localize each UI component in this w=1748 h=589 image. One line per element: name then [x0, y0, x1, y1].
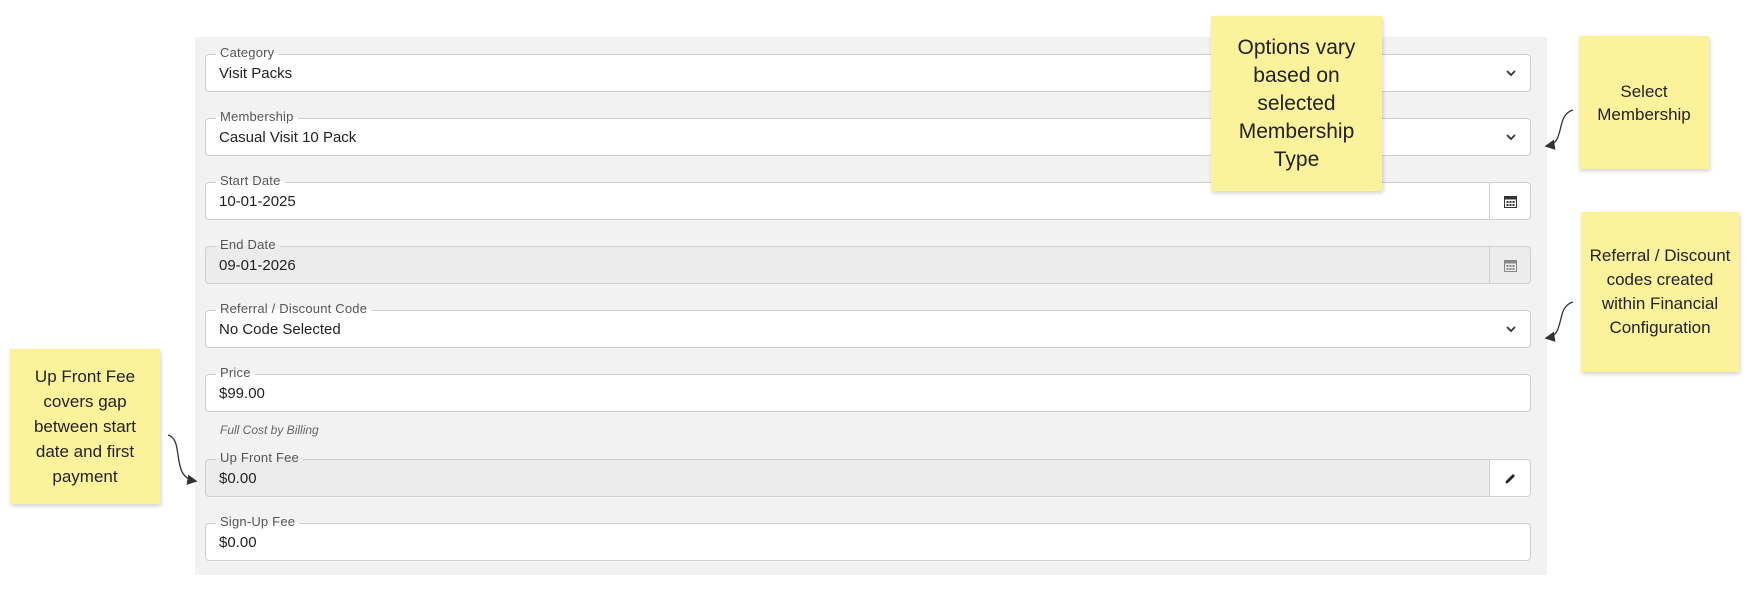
sticky-note-referral-codes-text: Referral / Discount codes created within…: [1589, 246, 1731, 337]
sticky-note-options-vary: Options vary based on selected Membershi…: [1211, 16, 1382, 191]
chevron-down-icon: [1506, 134, 1516, 141]
price-hint: Full Cost by Billing: [220, 423, 319, 437]
referral-code-value: No Code Selected: [219, 321, 341, 338]
edit-up-front-fee-button[interactable]: [1489, 460, 1530, 496]
sticky-note-select-membership-text: Select Membership: [1597, 81, 1691, 124]
chevron-down-icon: [1506, 326, 1516, 333]
sign-up-fee-value: $0.00: [219, 534, 257, 551]
arrow-up-front-fee: [167, 434, 198, 485]
end-date-picker-button: [1489, 247, 1530, 283]
end-date-value: 09-01-2026: [219, 257, 296, 274]
price-value: $99.00: [219, 385, 265, 402]
calendar-icon: [1503, 195, 1517, 208]
arrow-referral-codes: [1544, 301, 1574, 342]
start-date-value: 10-01-2025: [219, 193, 296, 210]
pencil-icon: [1505, 473, 1515, 483]
sticky-note-select-membership: Select Membership: [1579, 36, 1709, 169]
sticky-note-options-vary-text: Options vary based on selected Membershi…: [1237, 35, 1356, 171]
end-date-field: End Date 09-01-2026: [205, 237, 1531, 284]
category-value: Visit Packs: [219, 65, 293, 82]
referral-code-select[interactable]: Referral / Discount Code No Code Selecte…: [205, 301, 1531, 348]
sticky-note-referral-codes: Referral / Discount codes created within…: [1581, 212, 1739, 372]
start-date-picker-button[interactable]: [1489, 183, 1530, 219]
sticky-note-up-front-fee: Up Front Fee covers gap between start da…: [10, 349, 160, 504]
sticky-note-up-front-fee-text: Up Front Fee covers gap between start da…: [33, 367, 137, 486]
chevron-down-icon: [1506, 70, 1516, 77]
price-input[interactable]: Price $99.00: [205, 365, 1531, 412]
membership-value: Casual Visit 10 Pack: [219, 129, 357, 146]
sign-up-fee-input[interactable]: Sign-Up Fee $0.00: [205, 514, 1531, 561]
up-front-fee-field: Up Front Fee $0.00: [205, 450, 1531, 497]
calendar-icon: [1503, 259, 1517, 272]
up-front-fee-value: $0.00: [219, 470, 257, 487]
arrow-select-membership: [1544, 109, 1574, 150]
